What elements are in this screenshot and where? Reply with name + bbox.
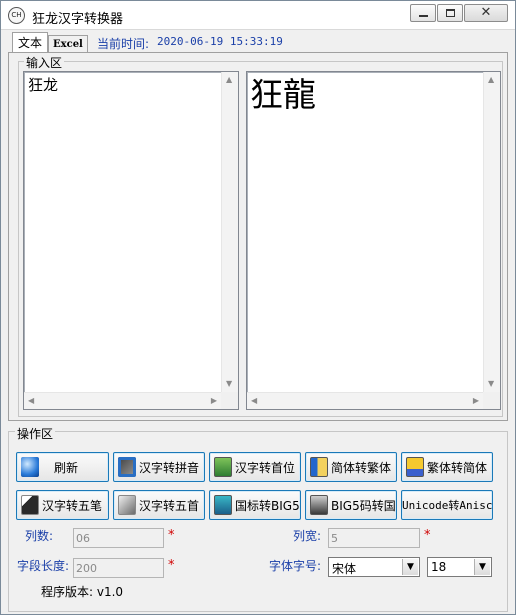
simplified-to-traditional-icon [310, 457, 328, 477]
window-title: 狂龙汉字转换器 [32, 12, 124, 27]
to-first-letter-label: 汉字转首位 [235, 460, 296, 475]
output-text: 狂龍 [250, 75, 316, 114]
input-text: 狂龙 [28, 76, 59, 94]
input-vertical-scrollbar[interactable]: ▲ ▼ [221, 72, 238, 392]
operations-group-title: 操作区 [15, 425, 56, 442]
pinyin-icon [118, 457, 136, 477]
big5-to-gb-label: BIG5码转国标 [331, 498, 396, 513]
unicode-to-ansi-label: Unicode转Anisc [402, 499, 493, 512]
output-horizontal-scrollbar[interactable]: ◀ ▶ [247, 392, 483, 409]
tab-excel[interactable]: Excel [48, 35, 88, 53]
column-count-input[interactable] [73, 528, 164, 548]
gb-to-big5-icon [214, 495, 232, 515]
refresh-button-label: 刷新 [53, 460, 78, 475]
scroll-down-icon[interactable]: ▼ [226, 379, 232, 389]
chevron-down-icon: ▼ [474, 559, 490, 575]
scroll-corner [221, 392, 238, 409]
gb-to-big5-button[interactable]: 国标转BIG5 [209, 490, 301, 520]
tab-text[interactable]: 文本 [12, 32, 49, 53]
column-width-label: 列宽: [293, 529, 322, 543]
to-pinyin-button[interactable]: 汉字转拼音 [113, 452, 205, 482]
title-bar: CH 狂龙汉字转换器 ✕ [1, 1, 515, 30]
chevron-down-icon: ▼ [402, 559, 418, 575]
tab-strip: 文本 Excel [12, 32, 88, 53]
scroll-right-icon[interactable]: ▶ [473, 396, 479, 406]
font-size-select[interactable]: 18 ▼ [427, 557, 492, 577]
unicode-to-ansi-button[interactable]: Unicode转Anisc [401, 490, 493, 520]
scroll-right-icon[interactable]: ▶ [211, 396, 217, 406]
app-window: CH 狂龙汉字转换器 ✕ 文本 Excel 当前时间: 2020-06-19 1… [0, 0, 516, 615]
font-size-value: 18 [431, 560, 447, 574]
program-version: 程序版本: v1.0 [41, 585, 124, 599]
to-wubi-button[interactable]: 汉字转五笔 [16, 490, 109, 520]
app-logo-icon: CH [8, 7, 25, 24]
gb-to-big5-label: 国标转BIG5 [235, 498, 300, 513]
scroll-corner [483, 392, 500, 409]
minimize-icon [419, 15, 428, 17]
maximize-icon [446, 9, 455, 17]
close-button[interactable]: ✕ [464, 4, 508, 22]
to-pinyin-label: 汉字转拼音 [139, 460, 200, 475]
to-wubi-first-button[interactable]: 汉字转五首 [113, 490, 205, 520]
font-family-select[interactable]: 宋体 ▼ [328, 557, 420, 577]
scroll-down-icon[interactable]: ▼ [488, 379, 494, 389]
traditional-to-simplified-icon [406, 457, 424, 477]
minimize-button[interactable] [410, 4, 436, 22]
input-horizontal-scrollbar[interactable]: ◀ ▶ [24, 392, 221, 409]
font-family-value: 宋体 [332, 562, 357, 576]
maximize-button[interactable] [437, 4, 463, 22]
field-length-label: 字段长度: [17, 559, 70, 573]
required-mark: * [168, 558, 175, 573]
field-length-input[interactable] [73, 558, 164, 578]
output-textarea[interactable]: 狂龍 ▲ ▼ ◀ ▶ [246, 71, 501, 410]
input-textarea[interactable]: 狂龙 ▲ ▼ ◀ ▶ [23, 71, 239, 410]
scroll-left-icon[interactable]: ◀ [251, 396, 257, 406]
to-first-letter-button[interactable]: 汉字转首位 [209, 452, 301, 482]
big5-to-gb-button[interactable]: BIG5码转国标 [305, 490, 397, 520]
input-group-title: 输入区 [24, 54, 65, 71]
required-mark: * [424, 528, 431, 543]
simplified-to-traditional-label: 简体转繁体 [331, 460, 392, 475]
big5-to-gb-icon [310, 495, 328, 515]
wubi-first-icon [118, 495, 136, 515]
font-label: 字体字号: [269, 559, 322, 573]
window-controls: ✕ [409, 4, 508, 22]
to-wubi-first-label: 汉字转五首 [139, 498, 200, 513]
refresh-globe-icon [21, 457, 39, 477]
refresh-button[interactable]: 刷新 [16, 452, 109, 482]
traditional-to-simplified-label: 繁体转简体 [427, 460, 488, 475]
column-count-label: 列数: [25, 529, 54, 543]
output-vertical-scrollbar[interactable]: ▲ ▼ [483, 72, 500, 392]
column-width-input[interactable] [328, 528, 420, 548]
scroll-up-icon[interactable]: ▲ [226, 75, 232, 85]
traditional-to-simplified-button[interactable]: 繁体转简体 [401, 452, 493, 482]
current-time-label: 当前时间: [97, 37, 150, 51]
required-mark: * [168, 528, 175, 543]
scroll-up-icon[interactable]: ▲ [488, 75, 494, 85]
current-time-value: 2020-06-19 15:33:19 [157, 35, 283, 48]
simplified-to-traditional-button[interactable]: 简体转繁体 [305, 452, 397, 482]
close-icon: ✕ [480, 5, 492, 20]
to-wubi-label: 汉字转五笔 [42, 498, 103, 513]
first-letter-icon [214, 457, 232, 477]
scroll-left-icon[interactable]: ◀ [28, 396, 34, 406]
wubi-icon [21, 495, 39, 515]
